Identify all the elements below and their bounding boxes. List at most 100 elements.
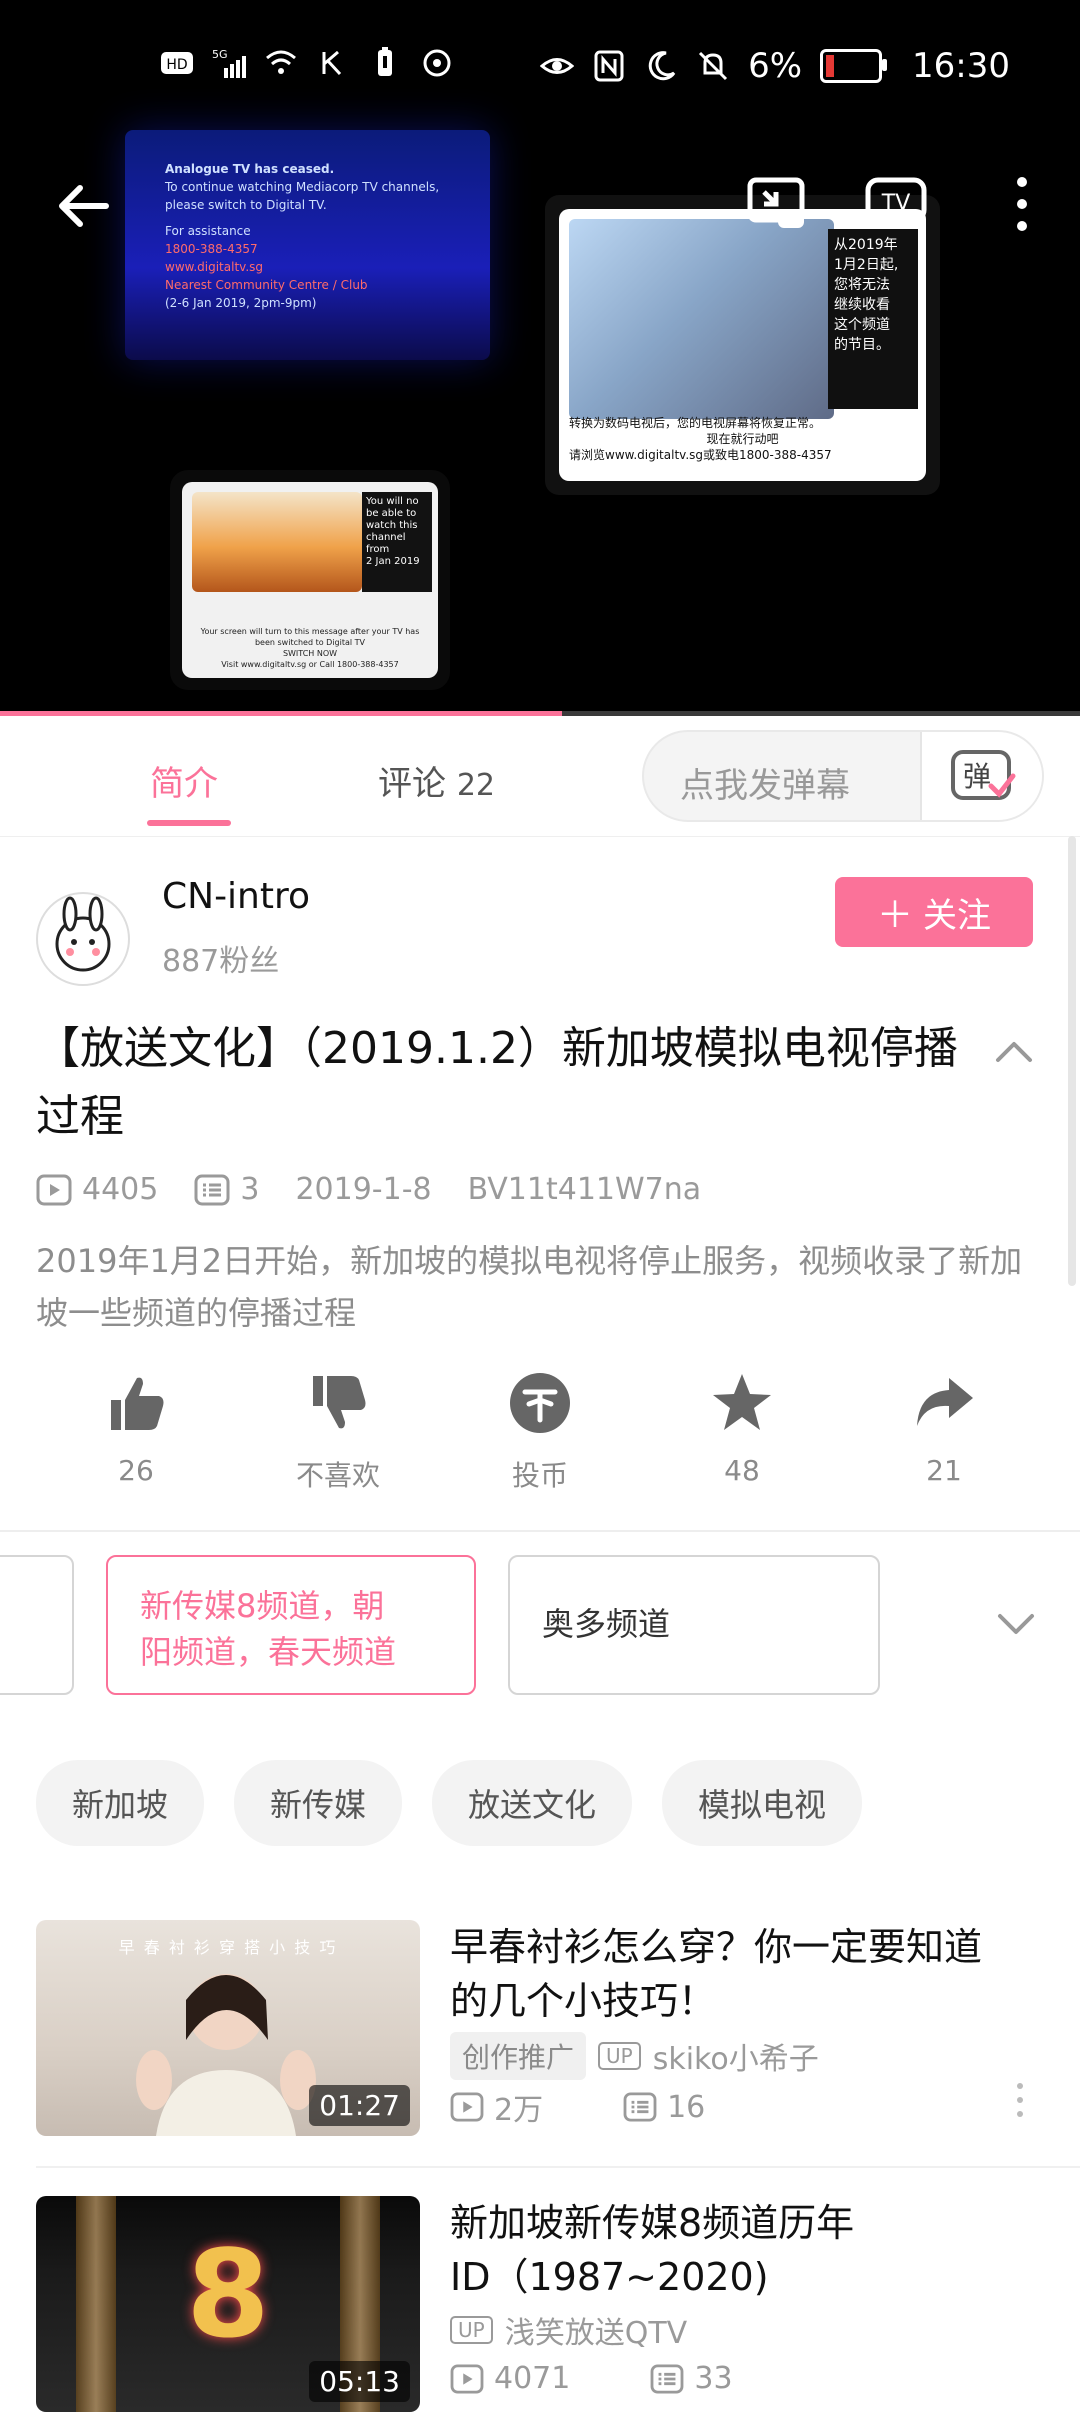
tv-right-side-line: 1月2日起,: [834, 257, 899, 273]
views-count: 4405: [82, 1172, 159, 1207]
tag-list: 新加坡 新传媒 放送文化 模拟电视: [36, 1760, 863, 1846]
episode-item[interactable]: 奥多频道: [508, 1555, 880, 1695]
related-video-item[interactable]: 8 05:13 新加坡新传媒8频道历年 ID（1987~2020) UP 浅笑放…: [0, 2196, 1080, 2436]
danmaku-toggle-button[interactable]: 弹: [920, 732, 1042, 820]
tab-intro[interactable]: 简介: [150, 756, 218, 805]
views-stat: 2万: [450, 2085, 543, 2129]
coin-icon: [510, 1373, 570, 1433]
tv-right-side-line: 的节目。: [834, 337, 890, 353]
tag-item[interactable]: 新加坡: [36, 1760, 205, 1846]
wifi-icon: [266, 50, 296, 74]
tv-left-side-line: channel: [366, 532, 406, 543]
tv-left-side-line: 2 Jan 2019: [366, 556, 420, 567]
favorite-button[interactable]: 48: [672, 1370, 812, 1487]
tv-left-screen: You will no be able to watch this channe…: [182, 482, 438, 678]
scrollbar[interactable]: [1068, 836, 1076, 1286]
tab-comments[interactable]: 评论 22: [378, 756, 495, 805]
uploader-name[interactable]: 浅笑放送QTV: [505, 2308, 687, 2352]
tv-right-bottom-line: 请浏览www.digitaltv.sg或致电1800-388-4357: [569, 448, 832, 462]
related-stats: 2万 16: [450, 2085, 705, 2129]
episode-label-line: 阳频道，春天频道: [140, 1633, 397, 1671]
thumbs-down-icon: [313, 1376, 366, 1429]
more-vertical-icon[interactable]: [1008, 2080, 1032, 2120]
related-title[interactable]: 新加坡新传媒8频道历年 ID（1987~2020): [450, 2196, 1050, 2304]
tv-left-side-line: be able to: [366, 508, 417, 519]
episode-selector: 新传媒8频道，朝 阳频道，春天频道 奥多频道: [0, 1550, 1080, 1700]
more-options-button[interactable]: [998, 168, 1046, 240]
battery-percent: 6%: [748, 46, 803, 86]
like-button[interactable]: 26: [66, 1370, 206, 1487]
author-name[interactable]: CN-intro: [162, 876, 310, 917]
views-count: 4071: [494, 2361, 571, 2396]
related-title-line: 的几个小技巧！: [450, 1979, 717, 2023]
video-description: 2019年1月2日开始，新加坡的模拟电视将停止服务，视频收录了新加坡一些频道的停…: [36, 1242, 1023, 1332]
related-title-line: 早春衬衫怎么穿？你一定要知道: [450, 1925, 983, 1969]
avatar[interactable]: [36, 892, 130, 986]
battery-fill: [826, 55, 835, 77]
coin-button[interactable]: 投币: [470, 1370, 610, 1494]
back-button[interactable]: [48, 170, 120, 242]
svg-text:5G: 5G: [212, 48, 228, 61]
episode-label-line: 新传媒8频道，朝: [140, 1587, 385, 1625]
svg-text:TV: TV: [881, 191, 911, 216]
tv-left-side-line: You will no: [366, 496, 419, 507]
related-title-line: ID（1987~2020): [450, 2255, 769, 2299]
follow-button[interactable]: ＋ 关注: [835, 877, 1033, 947]
video-thumbnail[interactable]: 8 05:13: [36, 2196, 420, 2412]
episode-item-previous[interactable]: [0, 1555, 74, 1695]
tv-right-side-line: 您将无法: [834, 277, 890, 293]
mute-icon: [699, 51, 728, 81]
k-icon: [322, 50, 342, 76]
battery-icon: [820, 49, 888, 83]
tv-right-side-line: 继续收看: [834, 297, 890, 313]
danmaku-input[interactable]: 点我发弹幕 弹: [642, 730, 1044, 822]
section-divider: [0, 1530, 1080, 1532]
signal-5g-icon: 5G: [212, 48, 246, 78]
uploader-name[interactable]: skiko小希子: [653, 2034, 819, 2078]
tag-item[interactable]: 新传媒: [234, 1760, 403, 1846]
danmaku-count: 16: [667, 2089, 706, 2125]
chevron-down-icon[interactable]: [992, 1598, 1040, 1646]
plus-icon: ＋: [876, 895, 913, 936]
tv-left-side-line: watch this: [366, 520, 418, 531]
danmaku-stat: 16: [623, 2090, 705, 2125]
tag-item[interactable]: 放送文化: [432, 1760, 633, 1846]
related-stats: 4071 33: [450, 2361, 733, 2396]
tag-item[interactable]: 模拟电视: [662, 1760, 863, 1846]
tv-right-bottom-line: 现在就行动吧: [706, 432, 779, 446]
screen-cast-button[interactable]: [740, 168, 812, 240]
danmaku-count: 33: [694, 2361, 733, 2396]
episode-label: 奥多频道: [542, 1605, 671, 1643]
video-player[interactable]: Analogue TV has ceased. To continue watc…: [0, 0, 1080, 716]
tv-right-side-text: 从2019年 1月2日起, 您将无法 继续收看 这个频道 的节目。: [828, 229, 918, 409]
related-video-item[interactable]: 早 春 衬 衫 穿 搭 小 技 巧 01:27 早春衬衫怎么穿？你一定要知道 的…: [0, 1920, 1080, 2160]
tv-right-bottom-text: 转换为数码电视后，您的电视屏幕将恢复正常。 现在就行动吧 请浏览www.digi…: [569, 415, 916, 471]
tv-icon: TV: [865, 177, 927, 229]
related-uploader-row: UP 浅笑放送QTV: [450, 2308, 687, 2352]
danmaku-icon: 弹: [951, 750, 1016, 800]
tv-mode-button[interactable]: TV: [860, 168, 932, 240]
episode-item-active[interactable]: 新传媒8频道，朝 阳频道，春天频道: [106, 1555, 476, 1695]
play-count-icon: [36, 1174, 72, 1205]
cast-icon: [747, 177, 805, 228]
danmaku-stat: 3: [194, 1172, 259, 1207]
dislike-label: 不喜欢: [295, 1459, 380, 1492]
tab-intro-label: 简介: [150, 764, 218, 804]
moon-icon: [648, 51, 676, 81]
svg-text:HD: HD: [166, 57, 187, 73]
tv-left-image: [192, 492, 362, 592]
video-duration: 05:13: [309, 2361, 410, 2402]
eye-icon: [540, 58, 575, 74]
like-count: 26: [118, 1454, 154, 1487]
chevron-up-icon[interactable]: [990, 1030, 1038, 1078]
related-title[interactable]: 早春衬衫怎么穿？你一定要知道 的几个小技巧！: [450, 1920, 1050, 2028]
share-button[interactable]: 21: [874, 1370, 1014, 1487]
more-vertical-icon: [1017, 177, 1027, 231]
author-fans: 887粉丝: [162, 944, 280, 979]
thumbnail-caption: 8: [186, 2226, 270, 2365]
danmaku-stat: 33: [650, 2361, 733, 2396]
share-arrow-icon: [917, 1378, 973, 1426]
video-thumbnail[interactable]: 早 春 衬 衫 穿 搭 小 技 巧 01:27: [36, 1920, 420, 2136]
arrow-left-icon: [59, 185, 109, 227]
dislike-button[interactable]: 不喜欢: [268, 1370, 408, 1494]
